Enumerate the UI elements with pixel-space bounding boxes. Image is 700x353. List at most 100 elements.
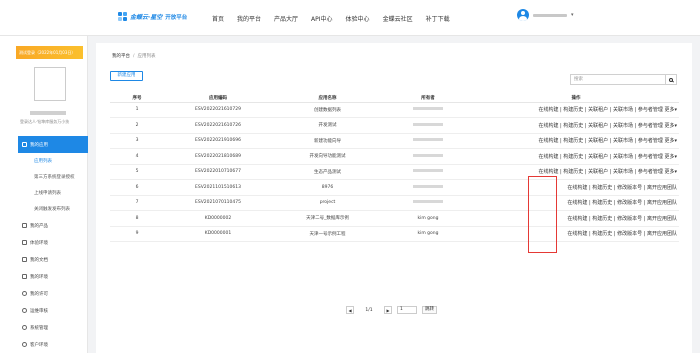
logo-text: 金蝶云·星空 (130, 14, 163, 21)
sidebar-item-label: 我的文档 (30, 257, 48, 263)
cell-owner (383, 195, 473, 211)
go-button[interactable]: 跳转 (422, 306, 437, 314)
search-input[interactable]: 搜索 (570, 74, 666, 85)
cell-no: 7 (110, 195, 164, 211)
owner-redacted (413, 153, 443, 157)
breadcrumb-my-platform[interactable]: 我的平台 (112, 54, 130, 59)
cell-ops[interactable]: 在线构建 | 构建历史 | 修改版本号 | 离开应用团队 (473, 195, 679, 211)
cell-ops[interactable]: 在线构建 | 构建历史 | 关联租户 | 关联市场 | 参与者管理 更多▾ (473, 133, 679, 149)
cell-no: 1 (110, 102, 164, 118)
col-header-owner: 所有者 (383, 94, 473, 103)
table-row: 9 KD0000001 天津一号示例工程 kim gong 在线构建 | 构建历… (110, 226, 679, 242)
cell-owner (383, 164, 473, 180)
cell-ops[interactable]: 在线构建 | 构建历史 | 修改版本号 | 离开应用团队 (473, 210, 679, 227)
logo-subtitle: 开放平台 (165, 14, 188, 21)
cell-name: 新建功能向导 (272, 133, 383, 149)
cell-owner (383, 148, 473, 165)
cell-no: 4 (110, 148, 164, 165)
cell-code: KD0000001 (164, 226, 272, 242)
col-header-no: 序号 (110, 94, 164, 103)
nav-experience-center[interactable]: 体验中心 (346, 14, 370, 23)
profile-description: 登录达人·钻坤库服务万小技 (20, 119, 70, 124)
profile-image (34, 67, 66, 101)
cell-owner (383, 179, 473, 196)
user-menu[interactable]: ▾ (517, 9, 574, 21)
search-button[interactable] (665, 74, 677, 85)
next-page-button[interactable]: ▶ (384, 306, 392, 314)
sidebar-item-trial-env[interactable]: 体验环境 (0, 234, 87, 251)
cell-code: ESV2022021610726 (164, 117, 272, 134)
license-icon (22, 291, 27, 296)
sidebar-item-system-admin[interactable]: 系统管理 (0, 319, 87, 336)
app-table: 序号 应用编码 应用名称 所有者 操作 1 ESV2022021610729 创… (110, 94, 679, 242)
sidebar-item-app-list[interactable]: 应用列表 (0, 153, 87, 169)
cell-code: KD0000002 (164, 210, 272, 227)
table-row: 8 KD0000002 天津二号_数据库示例 kim gong 在线构建 | 构… (110, 210, 679, 227)
page-number-input[interactable]: 1 (397, 306, 417, 314)
sidebar-item-my-apps[interactable]: 我的应用 (18, 136, 88, 153)
sidebar-item-my-env[interactable]: 我的环境 (0, 268, 87, 285)
owner-redacted (413, 122, 443, 126)
cell-ops[interactable]: 在线构建 | 构建历史 | 关联租户 | 关联市场 | 参与者管理 更多▾ (473, 148, 679, 165)
cell-no: 9 (110, 226, 164, 242)
cell-no: 5 (110, 164, 164, 180)
cell-owner: kim gong (383, 226, 473, 242)
table-row: 1 ESV2022021610729 创建数据列表 在线构建 | 构建历史 | … (110, 102, 679, 118)
cell-owner: kim gong (383, 210, 473, 227)
prev-page-button[interactable]: ◀ (346, 306, 354, 314)
sidebar-item-close-publish[interactable]: 关闭触发发布列表 (0, 201, 87, 217)
audit-icon (22, 308, 27, 313)
cell-name: 开发测试 (272, 117, 383, 134)
nav-home[interactable]: 首页 (212, 14, 224, 23)
cell-code: ESV2022021810689 (164, 148, 272, 165)
col-header-code: 应用编码 (164, 94, 272, 103)
cell-ops[interactable]: 在线构建 | 构建历史 | 修改版本号 | 离开应用团队 (473, 226, 679, 242)
cell-code: ESV2022021910696 (164, 133, 272, 149)
sidebar-item-label: 运维审核 (30, 308, 48, 314)
nav-product-hall[interactable]: 产品大厅 (274, 14, 298, 23)
sidebar-item-my-license[interactable]: 我的许可 (0, 285, 87, 302)
sidebar-item-label: 系统管理 (30, 325, 48, 331)
owner-redacted (413, 200, 443, 204)
create-app-button[interactable]: 新建应用 (110, 71, 143, 81)
sidebar-item-my-products[interactable]: 我的产品 (0, 217, 87, 234)
sidebar-item-label: 我的许可 (30, 291, 48, 297)
cell-owner (383, 102, 473, 118)
sidebar: 测试登录（2022年01月03日） 登录达人·钻坤库服务万小技 我的应用 应用列… (0, 36, 88, 353)
brand-logo[interactable]: 金蝶云·星空 开放平台 (118, 12, 187, 21)
sidebar-item-label: 我的环境 (30, 274, 48, 280)
sidebar-item-label: 体验环境 (30, 240, 48, 246)
side-menu: 我的应用 应用列表 第三方系统登录授权 上线申请列表 关闭触发发布列表 我的产品… (0, 136, 88, 353)
logo-icon (118, 12, 127, 21)
sidebar-item-label: 我的产品 (30, 223, 48, 229)
cell-ops[interactable]: 在线构建 | 构建历史 | 关联租户 | 关联市场 | 参与者管理 更多▾ (473, 117, 679, 134)
nav-patch-download[interactable]: 补丁下载 (426, 14, 450, 23)
breadcrumb-current: 应用列表 (137, 54, 156, 59)
user-name-redacted (533, 13, 567, 17)
app-icon (22, 142, 27, 147)
breadcrumb-separator: / (133, 54, 135, 59)
table-row: 5 ESV2022010710677 生态产品测试 在线构建 | 构建历史 | … (110, 164, 679, 180)
owner-redacted (413, 138, 443, 142)
cell-code: ESV2022010710677 (164, 164, 272, 180)
sidebar-item-customer-env[interactable]: 客户环境 (0, 336, 87, 353)
cell-ops[interactable]: 在线构建 | 构建历史 | 关联租户 | 关联市场 | 参与者管理 更多▾ (473, 164, 679, 180)
sidebar-item-launch-requests[interactable]: 上线申请列表 (0, 185, 87, 201)
main-content: 我的平台/应用列表 新建应用 搜索 序号 应用编码 应用名称 所有者 操作 (88, 36, 700, 353)
cell-name: 天津一号示例工程 (272, 226, 383, 242)
nav-community[interactable]: 金蝶云社区 (383, 14, 413, 23)
sidebar-item-ops-audit[interactable]: 运维审核 (0, 302, 87, 319)
sidebar-item-my-docs[interactable]: 我的文档 (0, 251, 87, 268)
nav-api-center[interactable]: API中心 (311, 14, 333, 23)
cell-ops[interactable]: 在线构建 | 构建历史 | 关联租户 | 关联市场 | 参与者管理 更多▾ (473, 102, 679, 118)
cell-ops[interactable]: 在线构建 | 构建历史 | 修改版本号 | 离开应用团队 (473, 179, 679, 196)
chevron-down-icon: ▾ (571, 12, 574, 18)
customer-icon (22, 342, 27, 347)
avatar-icon (517, 9, 529, 21)
owner-redacted (413, 169, 443, 173)
nav-my-platform[interactable]: 我的平台 (237, 14, 261, 23)
table-row: 4 ESV2022021810689 开发向导功能测试 在线构建 | 构建历史 … (110, 148, 679, 165)
cell-name: 生态产品测试 (272, 164, 383, 180)
profile-name-redacted (30, 111, 66, 115)
sidebar-item-third-party-login[interactable]: 第三方系统登录授权 (0, 169, 87, 185)
